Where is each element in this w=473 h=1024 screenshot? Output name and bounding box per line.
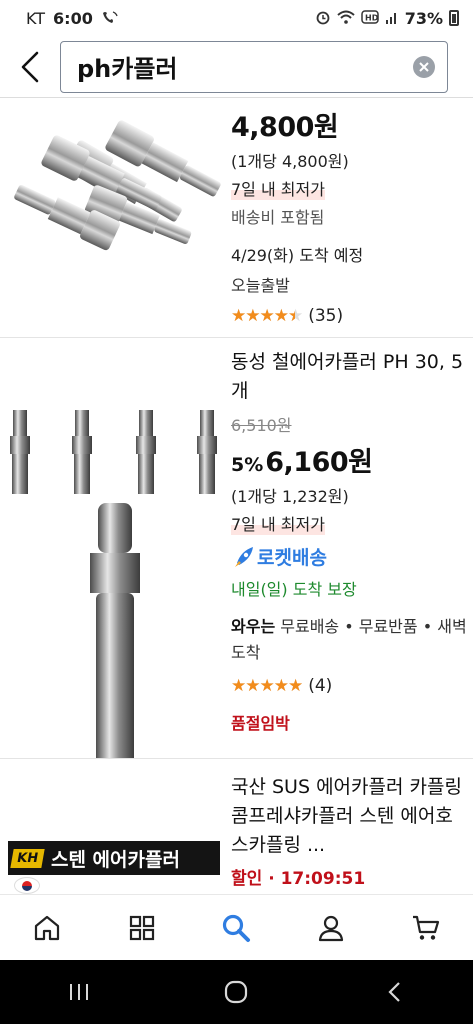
wow-label: 와우는 xyxy=(231,617,276,636)
nav-cart[interactable] xyxy=(396,898,456,958)
flag-icon xyxy=(14,877,40,894)
brand-logo: KH xyxy=(10,848,45,868)
star-rating-icon: ★★★★★★★★★★ xyxy=(231,675,303,696)
recent-apps-icon xyxy=(69,984,88,1000)
back-arrow-icon xyxy=(388,982,400,1002)
unit-price: (1개당 4,800원) xyxy=(231,152,349,171)
arrival-guarantee: 내일(일) 도착 보장 xyxy=(231,580,357,599)
nav-categories[interactable] xyxy=(112,898,172,958)
product-image[interactable]: KH 스텐 에어카플러 xyxy=(0,759,225,894)
wifi-icon xyxy=(337,10,355,27)
product-price: 6,160원 xyxy=(265,447,373,478)
discount-rate: 5% xyxy=(231,454,264,476)
user-icon xyxy=(318,915,344,941)
product-info[interactable]: 국산 SUS 에어카플러 카플링 콤프레샤카플러 스텐 에어호스카플링 ... … xyxy=(231,773,467,889)
product-image[interactable] xyxy=(0,338,225,773)
clock: 6:00 xyxy=(53,8,93,28)
lowest-price-badge: 7일 내 최저가 xyxy=(231,176,325,200)
product-price: 4,800원 xyxy=(231,112,339,143)
product-card[interactable]: 동성 철에어카플러 PH 30, 5개 6,510원 5% 6,160원 (1개… xyxy=(0,338,473,773)
rocket-delivery-label: 로켓배송 xyxy=(257,547,327,569)
status-bar: KT 6:00 HD 73% xyxy=(0,0,473,36)
lowest-price-badge: 7일 내 최저가 xyxy=(231,511,325,535)
back-button[interactable] xyxy=(0,37,60,97)
back-system-button[interactable] xyxy=(364,962,424,1022)
clear-search-button[interactable] xyxy=(413,55,435,78)
rating: ★★★★★★★★★★ (35) xyxy=(231,306,467,326)
product-info[interactable]: 동성 철에어카플러 PH 30, 5개 6,510원 5% 6,160원 (1개… xyxy=(231,348,467,734)
rating: ★★★★★ ★★★★★ (4) xyxy=(231,676,467,696)
product-info[interactable]: 4,800원 (1개당 4,800원) 7일 내 최저가 배송비 포함됨 4/2… xyxy=(231,105,467,326)
close-icon xyxy=(419,61,429,72)
rocket-delivery-badge: 로켓배송 xyxy=(231,543,467,570)
svg-text:HD: HD xyxy=(365,13,379,22)
battery-percent: 73% xyxy=(404,8,443,28)
signal-icon xyxy=(385,10,399,27)
review-count: (4) xyxy=(308,676,333,696)
carrier-label: KT xyxy=(26,8,46,28)
departure-info: 오늘출발 xyxy=(231,276,290,295)
product-image[interactable] xyxy=(0,99,225,334)
arrival-date: 4/29(화) 도착 예정 xyxy=(231,246,364,265)
nav-search[interactable] xyxy=(206,898,266,958)
home-circle-icon xyxy=(225,980,248,1004)
battery-icon xyxy=(449,10,459,26)
chevron-left-icon xyxy=(21,51,39,82)
star-rating-icon: ★★★★★★★★★★ xyxy=(231,305,303,326)
product-banner: KH 스텐 에어카플러 xyxy=(8,841,220,875)
cart-icon xyxy=(412,915,439,940)
home-icon xyxy=(35,915,60,940)
product-title: 동성 철에어카플러 PH 30, 5개 xyxy=(231,351,464,402)
product-card[interactable]: KH 스텐 에어카플러 국산 SUS 에어카플러 카플링 콤프레샤카플러 스텐 … xyxy=(0,759,473,894)
hd-icon: HD xyxy=(360,9,379,27)
recent-apps-button[interactable] xyxy=(49,962,109,1022)
alarm-icon xyxy=(315,9,331,28)
rocket-icon xyxy=(235,546,253,567)
category-grid-icon xyxy=(129,915,154,940)
product-list: 4,800원 (1개당 4,800원) 7일 내 최저가 배송비 포함됨 4/2… xyxy=(0,99,473,894)
bottom-nav xyxy=(0,894,473,960)
banner-text: 스텐 에어카플러 xyxy=(50,848,180,871)
unit-price: (1개당 1,232원) xyxy=(231,487,349,506)
review-count: (35) xyxy=(308,306,344,326)
wifi-call-icon xyxy=(101,10,119,27)
search-icon xyxy=(223,914,251,942)
search-input[interactable]: ph카플러 xyxy=(60,40,448,93)
product-card[interactable]: 4,800원 (1개당 4,800원) 7일 내 최저가 배송비 포함됨 4/2… xyxy=(0,99,473,339)
product-title: 국산 SUS 에어카플러 카플링 콤프레샤카플러 스텐 에어호스카플링 ... xyxy=(231,776,462,856)
system-nav-bar xyxy=(0,960,473,1024)
search-header: ph카플러 xyxy=(0,36,473,98)
nav-my-page[interactable] xyxy=(301,898,361,958)
stock-status: 품절임박 xyxy=(231,714,290,733)
wow-benefits: 와우는 무료배송 • 무료반품 • 새벽도착 xyxy=(231,614,467,666)
home-system-button[interactable] xyxy=(206,962,266,1022)
nav-home[interactable] xyxy=(17,898,77,958)
original-price: 6,510원 xyxy=(231,416,292,435)
shipping-info: 배송비 포함됨 xyxy=(231,208,325,227)
search-query[interactable]: ph카플러 xyxy=(77,49,413,84)
sale-timer: 할인 · 17:09:51 xyxy=(231,869,366,889)
